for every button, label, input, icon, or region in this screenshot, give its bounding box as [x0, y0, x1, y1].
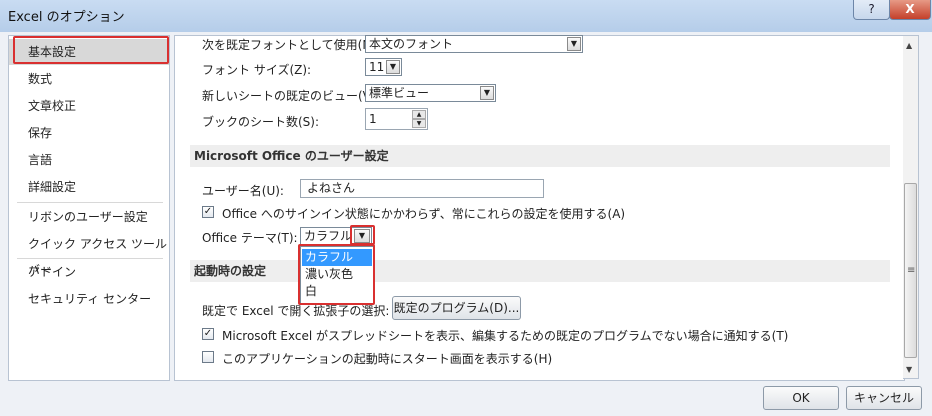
window-title: Excel のオプション	[8, 10, 125, 25]
sidebar-item-advanced[interactable]: 詳細設定	[9, 174, 169, 200]
font-size-label: フォント サイズ(Z):	[202, 63, 312, 77]
username-label: ユーザー名(U):	[202, 184, 284, 198]
show-start-screen-label: このアプリケーションの起動時にスタート画面を表示する(H)	[222, 352, 553, 366]
sidebar-item-proofing[interactable]: 文章校正	[9, 93, 169, 119]
default-font-label: 次を既定フォントとして使用(N):	[202, 38, 381, 52]
sidebar-item-customize-ribbon[interactable]: リボンのユーザー設定	[9, 204, 169, 230]
ok-button[interactable]: OK	[763, 386, 839, 410]
always-use-settings-label: Office へのサインイン状態にかかわらず、常にこれらの設定を使用する(A)	[222, 207, 626, 221]
user-settings-heading: Microsoft Office のユーザー設定	[190, 145, 890, 167]
default-font-value: 本文のフォント	[369, 37, 454, 51]
scroll-up-icon[interactable]: ▲	[906, 41, 912, 50]
sidebar-item-trust-center[interactable]: セキュリティ センター	[9, 286, 169, 312]
sidebar-divider	[17, 202, 163, 203]
username-field[interactable]: よねさん	[300, 179, 544, 198]
new-sheet-view-label: 新しいシートの既定のビュー(V):	[202, 89, 380, 103]
sidebar-item-language[interactable]: 言語	[9, 147, 169, 173]
sheet-count-label: ブックのシート数(S):	[202, 115, 320, 129]
font-size-value: 11	[369, 60, 385, 74]
new-sheet-view-dropdown[interactable]: 標準ビュー ▼	[365, 84, 496, 102]
always-use-settings-checkbox[interactable]: ✓	[202, 206, 214, 218]
close-button[interactable]: X	[889, 0, 931, 20]
selected-category-callout	[13, 36, 169, 64]
default-font-dropdown[interactable]: 本文のフォント ▼	[365, 35, 583, 53]
font-size-dropdown[interactable]: 11 ▼	[365, 58, 402, 76]
office-theme-value: カラフル	[304, 229, 353, 243]
new-sheet-view-value: 標準ビュー	[369, 86, 430, 100]
startup-settings-heading: 起動時の設定	[190, 260, 890, 282]
help-button[interactable]: ?	[853, 0, 890, 20]
chevron-down-icon[interactable]: ▼	[480, 86, 494, 100]
sidebar-item-save[interactable]: 保存	[9, 120, 169, 146]
sidebar-item-formulas[interactable]: 数式	[9, 66, 169, 92]
theme-options-callout	[298, 244, 375, 305]
cancel-button[interactable]: キャンセル	[846, 386, 922, 410]
chevron-down-icon[interactable]: ▼	[567, 37, 581, 51]
scroll-down-icon[interactable]: ▼	[906, 365, 912, 374]
scroll-grip-icon: ≡	[907, 265, 916, 276]
office-theme-label: Office テーマ(T):	[202, 231, 298, 245]
sidebar-item-quick-access-toolbar[interactable]: クイック アクセス ツール バー	[9, 231, 169, 277]
notify-default-program-checkbox[interactable]: ✓	[202, 328, 214, 340]
notify-default-program-label: Microsoft Excel がスプレッドシートを表示、編集するための既定のプ…	[222, 329, 789, 343]
title-bar	[0, 0, 932, 32]
spin-up-icon[interactable]: ▲	[412, 110, 426, 119]
sidebar-item-add-ins[interactable]: アドイン	[9, 259, 169, 285]
default-programs-button[interactable]: 既定のプログラム(D)...	[392, 296, 521, 320]
chevron-down-icon[interactable]: ▼	[386, 60, 400, 74]
theme-arrow-callout	[350, 225, 375, 245]
category-sidebar: 基本設定 数式 文章校正 保存 言語 詳細設定 リボンのユーザー設定 クイック …	[8, 35, 170, 381]
sheet-count-spinner[interactable]: 1 ▲ ▼	[365, 108, 428, 130]
sheet-count-value: 1	[369, 112, 377, 126]
show-start-screen-checkbox[interactable]	[202, 351, 214, 363]
spin-down-icon[interactable]: ▼	[412, 119, 426, 128]
